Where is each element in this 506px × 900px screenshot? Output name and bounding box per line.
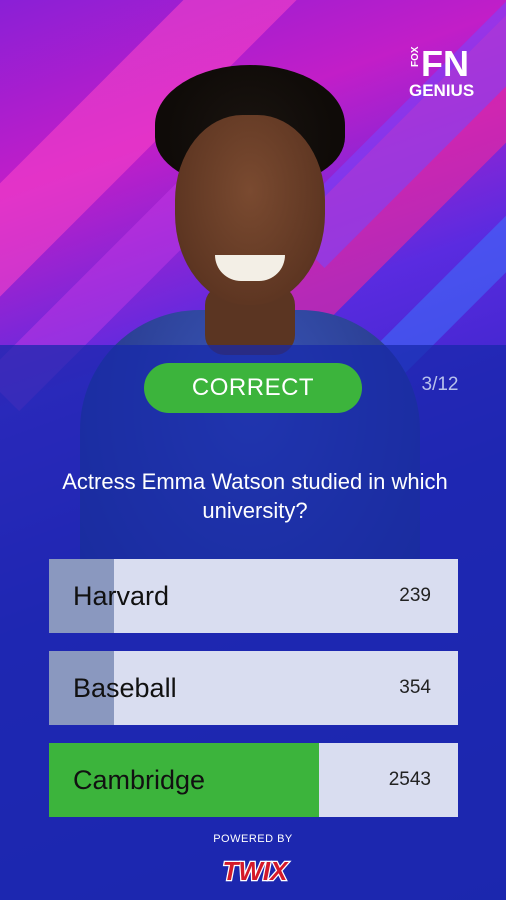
logo-fox-text: FOX [410,46,421,67]
answer-label: Baseball [73,672,177,703]
logo-fn-text: FN [421,43,469,84]
answer-option-cambridge[interactable]: Cambridge 2543 [49,743,458,817]
logo-genius-text: GENIUS [409,81,474,99]
powered-by-label: POWERED BY [213,833,293,845]
answer-label: Cambridge [73,764,206,795]
twix-logo-text: TWIX [223,856,290,886]
question-progress: 3/12 [421,374,459,395]
correct-badge: CORRECT [144,363,362,413]
answer-count: 239 [399,585,431,606]
answer-count: 354 [399,677,431,698]
answer-option-harvard[interactable]: Harvard 239 [49,559,458,633]
question-text: Actress Emma Watson studied in which uni… [62,469,448,523]
answer-label: Harvard [73,580,170,611]
twix-logo: TWIX [221,855,290,888]
fox-fn-genius-logo: FOX FN GENIUS [409,43,474,99]
answer-count: 2543 [388,769,431,790]
answer-option-baseball[interactable]: Baseball 354 [49,651,458,725]
